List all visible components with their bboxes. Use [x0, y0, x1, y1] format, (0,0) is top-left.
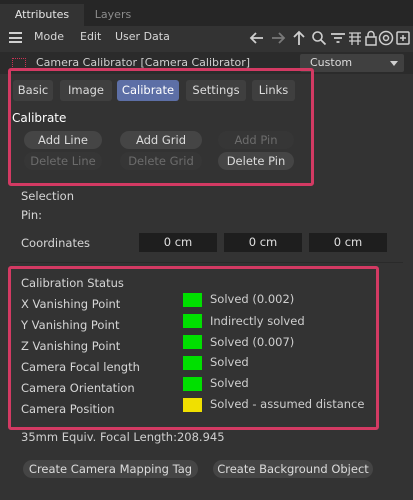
- focal-length-info: 35mm Equiv. Focal Length:208.945: [21, 430, 225, 444]
- status-label-y-vanishing: Y Vanishing Point: [21, 318, 120, 332]
- coord-z-field[interactable]: 0 cm: [309, 233, 387, 252]
- create-background-object-button[interactable]: Create Background Object: [213, 460, 373, 478]
- subtab-basic[interactable]: Basic: [13, 80, 53, 101]
- calibrate-title: Calibrate: [12, 111, 67, 125]
- tab-layers[interactable]: Layers: [88, 4, 138, 26]
- create-camera-mapping-tag-button[interactable]: Create Camera Mapping Tag: [23, 460, 198, 478]
- menu-bar: Mode Edit User Data: [0, 26, 413, 50]
- lock-icon[interactable]: [363, 29, 379, 47]
- pin-label: Pin:: [21, 208, 43, 222]
- selection-title: Selection: [21, 189, 74, 203]
- status-label-focal-length: Camera Focal length: [21, 360, 140, 374]
- tab-attributes[interactable]: Attributes: [0, 4, 84, 26]
- status-indicator-z: [183, 335, 202, 349]
- up-arrow-icon[interactable]: [291, 29, 307, 47]
- status-value-focal: Solved: [210, 355, 249, 369]
- status-value-x: Solved (0.002): [210, 292, 295, 306]
- search-icon[interactable]: [311, 29, 327, 47]
- delete-line-button[interactable]: Delete Line: [24, 152, 102, 170]
- target-icon[interactable]: [378, 29, 394, 47]
- grid-icon[interactable]: [347, 29, 363, 47]
- layout-select-value: Custom: [310, 56, 353, 69]
- add-grid-button[interactable]: Add Grid: [120, 131, 202, 149]
- filter-icon[interactable]: [330, 29, 346, 47]
- status-indicator-position: [183, 398, 202, 412]
- status-label-orientation: Camera Orientation: [21, 381, 135, 395]
- subtab-settings[interactable]: Settings: [186, 80, 246, 101]
- subtab-calibrate[interactable]: Calibrate: [117, 80, 179, 101]
- calibration-status-title: Calibration Status: [21, 276, 124, 290]
- status-indicator-orientation: [183, 377, 202, 391]
- status-value-y: Indirectly solved: [210, 314, 305, 328]
- status-indicator-y: [183, 314, 202, 328]
- new-panel-icon[interactable]: [395, 29, 411, 47]
- layout-select[interactable]: Custom: [300, 54, 404, 72]
- status-value-orientation: Solved: [210, 376, 249, 390]
- coord-x-field[interactable]: 0 cm: [139, 233, 217, 252]
- coordinates-label: Coordinates: [21, 236, 91, 250]
- add-pin-button[interactable]: Add Pin: [218, 131, 294, 149]
- subtab-image[interactable]: Image: [60, 80, 112, 101]
- add-line-button[interactable]: Add Line: [24, 131, 102, 149]
- coord-y-field[interactable]: 0 cm: [224, 233, 302, 252]
- menu-edit[interactable]: Edit: [80, 30, 101, 43]
- status-label-position: Camera Position: [21, 402, 115, 416]
- delete-pin-button[interactable]: Delete Pin: [218, 152, 294, 170]
- status-indicator-x: [183, 293, 202, 307]
- delete-grid-button[interactable]: Delete Grid: [120, 152, 202, 170]
- hamburger-menu-icon[interactable]: [9, 32, 22, 43]
- status-label-x-vanishing: X Vanishing Point: [21, 297, 121, 311]
- panel-tab-bar: Attributes Layers: [0, 0, 413, 26]
- forward-arrow-icon[interactable]: [270, 29, 286, 47]
- section-divider: [10, 262, 403, 263]
- status-indicator-focal: [183, 356, 202, 370]
- status-value-position: Solved - assumed distance: [210, 397, 365, 411]
- chevron-down-icon: [390, 61, 398, 66]
- status-value-z: Solved (0.007): [210, 335, 295, 349]
- subtab-links[interactable]: Links: [252, 80, 295, 101]
- menu-mode[interactable]: Mode: [34, 30, 64, 43]
- back-arrow-icon[interactable]: [249, 29, 265, 47]
- status-label-z-vanishing: Z Vanishing Point: [21, 339, 121, 353]
- menu-user-data[interactable]: User Data: [115, 30, 170, 43]
